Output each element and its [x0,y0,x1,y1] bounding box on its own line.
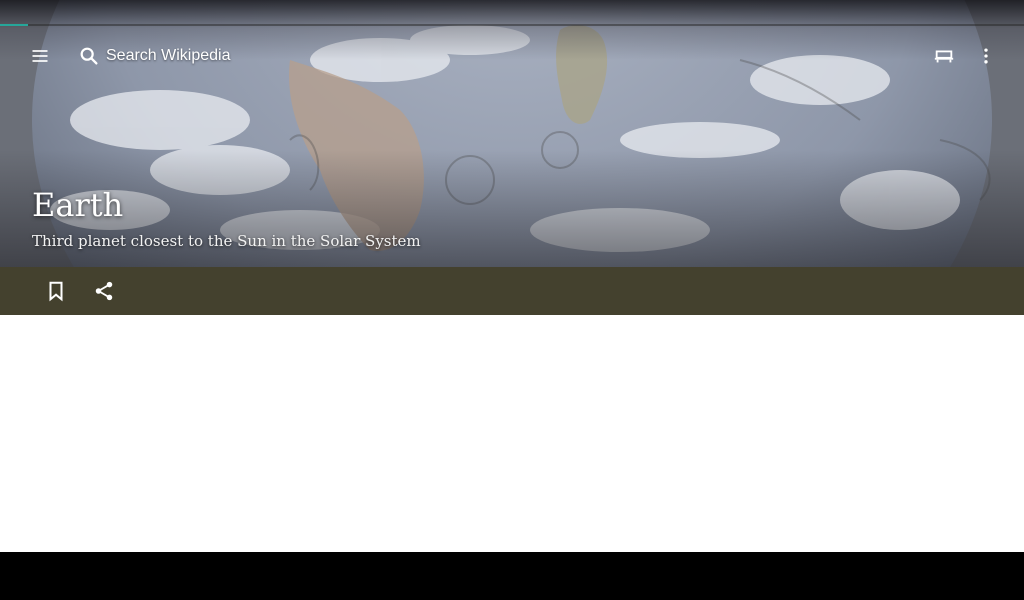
bookmark-icon [49,281,63,302]
app-window: Search Wikipedia Earth Third planet clos… [0,0,1024,552]
article-title: Earth [32,186,124,224]
share-button[interactable] [84,271,124,311]
more-vert-icon [984,48,988,64]
hamburger-menu-icon [32,50,48,62]
reading-lists-button[interactable] [924,36,964,76]
top-toolbar: Search Wikipedia [0,32,1024,80]
overflow-menu-button[interactable] [966,36,1006,76]
article-description: Third planet closest to the Sun in the S… [32,232,421,250]
article-action-bar [0,267,1024,315]
search-placeholder: Search Wikipedia [106,47,231,64]
reading-list-icon [934,50,954,63]
progress-track [0,24,1024,26]
share-icon [95,281,113,301]
system-navigation-bar [0,552,1024,600]
search-box[interactable]: Search Wikipedia [78,40,231,72]
search-icon [80,47,98,65]
navigation-menu-button[interactable] [20,36,60,76]
lead-image[interactable]: Search Wikipedia Earth Third planet clos… [0,0,1024,267]
article-content-area [0,315,1024,552]
save-to-reading-list-button[interactable] [36,271,76,311]
page-load-progress-bar [0,24,28,26]
